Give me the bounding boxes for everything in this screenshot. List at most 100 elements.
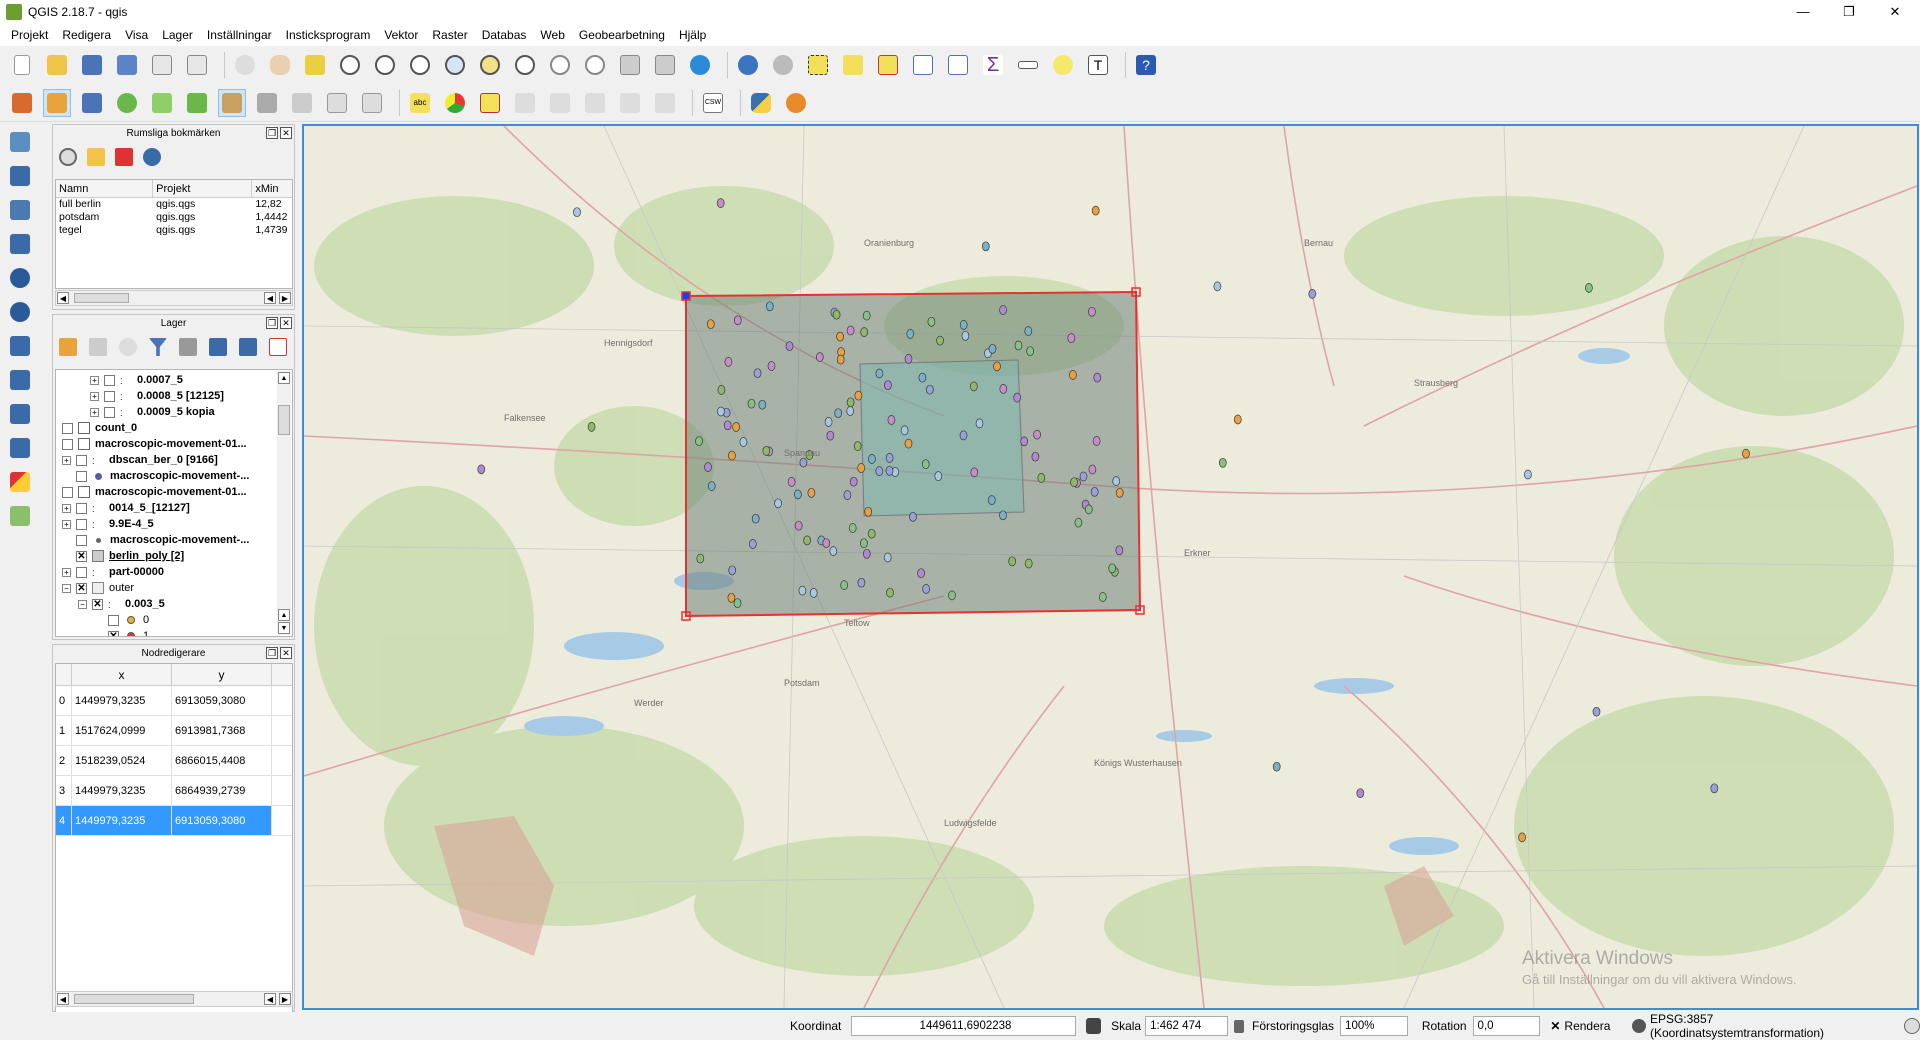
zoom-last-button[interactable] xyxy=(546,51,574,79)
minimize-button[interactable]: — xyxy=(1780,0,1826,24)
toggle-editing-button[interactable] xyxy=(43,88,71,117)
column-header[interactable]: xMin xyxy=(252,180,292,197)
float-panel-button[interactable]: ❐ xyxy=(266,127,278,139)
expand-icon[interactable]: + xyxy=(62,519,71,529)
layer-item[interactable]: + ⁚ 9.9E-4_5 xyxy=(62,516,154,532)
horizontal-scrollbar[interactable]: ◀ ◀ ▶ xyxy=(55,991,293,1007)
layer-item[interactable]: + ⁚ 0014_5_[12127] xyxy=(62,500,190,516)
add-spatialite-layer-button[interactable] xyxy=(6,230,34,258)
move-feature-button[interactable] xyxy=(183,89,211,117)
layer-checkbox[interactable] xyxy=(76,534,87,546)
scroll-thumb[interactable] xyxy=(74,293,129,303)
vertical-scrollbar[interactable]: ▲ ▲ ▼ xyxy=(277,371,291,635)
node-x[interactable]: 1518239,0524 xyxy=(72,746,172,775)
pan-button[interactable] xyxy=(266,51,294,79)
coordinate-toggle-icon[interactable] xyxy=(1085,1018,1102,1034)
layer-checkbox[interactable] xyxy=(76,518,87,530)
open-project-button[interactable] xyxy=(43,51,71,79)
table-row[interactable]: potsdam qgis.qgs 1,4442 xyxy=(56,211,292,224)
layer-checkbox[interactable] xyxy=(104,390,115,402)
scale-combobox[interactable]: 1:462 474 xyxy=(1145,1016,1229,1036)
collapse-icon[interactable]: − xyxy=(62,583,71,593)
column-header[interactable]: x xyxy=(72,664,172,685)
menu-insticksprogram[interactable]: Insticksprogram xyxy=(279,28,378,42)
layer-item[interactable]: + ⁚ part-00000 xyxy=(62,564,164,580)
layer-item[interactable]: + ⁚ 0.0007_5 xyxy=(90,372,183,388)
category-item[interactable]: 0 xyxy=(108,612,149,628)
column-header[interactable]: y xyxy=(172,664,272,685)
delete-bookmark-icon[interactable] xyxy=(115,148,133,166)
layer-item[interactable]: ✕ berlin_poly [2] xyxy=(76,548,184,564)
menu-redigera[interactable]: Redigera xyxy=(55,28,118,42)
messages-icon[interactable] xyxy=(1904,1018,1920,1034)
scroll-thumb[interactable] xyxy=(74,994,194,1004)
node-tool-button[interactable] xyxy=(218,88,246,117)
pin-labels-button[interactable] xyxy=(511,89,539,117)
paste-features-button[interactable] xyxy=(358,89,386,117)
statistics-button[interactable]: Σ xyxy=(979,51,1007,79)
add-wms-layer-button[interactable] xyxy=(6,264,34,292)
menu-databas[interactable]: Databas xyxy=(475,28,534,42)
collapse-icon[interactable]: − xyxy=(78,599,87,609)
render-checkbox[interactable]: ✕ xyxy=(1550,1019,1560,1033)
horizontal-scrollbar[interactable]: ◀ ◀ ▶ xyxy=(55,290,293,306)
node-y[interactable]: 6866015,4408 xyxy=(172,746,272,775)
layer-item[interactable]: − ✕ ⁚ 0.003_5 xyxy=(78,596,165,612)
filter-icon[interactable] xyxy=(149,338,167,356)
group-item[interactable]: − ✕ outer xyxy=(62,580,134,596)
add-vector-layer-button[interactable] xyxy=(6,128,34,156)
node-y[interactable]: 6913059,3080 xyxy=(172,806,272,835)
refresh-button[interactable] xyxy=(686,51,714,79)
float-panel-button[interactable]: ❐ xyxy=(266,647,278,659)
show-bookmarks-button[interactable] xyxy=(651,51,679,79)
zoom-native-button[interactable] xyxy=(406,51,434,79)
layer-diagram-button[interactable] xyxy=(441,89,469,117)
add-polygon-button[interactable] xyxy=(148,89,176,117)
table-row[interactable]: full berlin qgis.qgs 12,82 xyxy=(56,198,292,211)
column-header[interactable]: Projekt xyxy=(153,180,253,197)
action-button[interactable] xyxy=(769,51,797,79)
add-group-icon[interactable] xyxy=(89,338,107,356)
category-checkbox[interactable]: ✕ xyxy=(108,630,119,636)
rotate-label-button[interactable] xyxy=(616,89,644,117)
scroll-left-icon[interactable]: ◀ xyxy=(264,292,276,304)
layer-item[interactable]: macroscopic-movement-... xyxy=(76,532,249,548)
map-svg[interactable]: Falkensee Spandau Oranienburg Bernau Pot… xyxy=(304,126,1917,1008)
collapse-all-icon[interactable] xyxy=(239,338,257,356)
menu-web[interactable]: Web xyxy=(533,28,571,42)
remove-layer-icon[interactable] xyxy=(269,338,287,356)
expand-icon[interactable]: + xyxy=(62,567,71,577)
scale-lock-icon[interactable] xyxy=(1234,1019,1245,1033)
layer-checkbox[interactable] xyxy=(62,486,73,498)
select-features-button[interactable] xyxy=(804,51,832,79)
zoom-out-button[interactable] xyxy=(371,51,399,79)
new-bookmark-button[interactable] xyxy=(616,51,644,79)
map-canvas[interactable]: Falkensee Spandau Oranienburg Bernau Pot… xyxy=(302,124,1919,1010)
measure-button[interactable] xyxy=(1014,51,1042,79)
crs-button[interactable]: EPSG:3857 (Koordinatsystemtransformation… xyxy=(1650,1012,1883,1040)
menu-installningar[interactable]: Inställningar xyxy=(200,28,279,42)
close-panel-button[interactable]: ✕ xyxy=(280,647,292,659)
zoom-in-button[interactable] xyxy=(336,51,364,79)
layer-item[interactable]: + ⁚ dbscan_ber_0 [9166] xyxy=(62,452,218,468)
show-hide-labels-button[interactable] xyxy=(546,89,574,117)
layer-item[interactable]: macroscopic-movement-01... xyxy=(62,436,247,452)
layer-item[interactable]: macroscopic-movement-... xyxy=(76,468,249,484)
add-wcs-layer-button[interactable] xyxy=(6,298,34,326)
layer-checkbox[interactable]: ✕ xyxy=(92,598,103,610)
coordinate-field[interactable]: 1449611,6902238 xyxy=(851,1016,1076,1036)
node-x[interactable]: 1517624,0999 xyxy=(72,716,172,745)
zoom-full-button[interactable] xyxy=(441,51,469,79)
layer-item[interactable]: + ⁚ 0.0009_5 kopia xyxy=(90,404,215,420)
layer-item[interactable]: + ⁚ 0.0008_5 [12125] xyxy=(90,388,224,404)
table-row[interactable]: 2 1518239,0524 6866015,4408 xyxy=(56,746,292,776)
menu-geobearbetning[interactable]: Geobearbetning xyxy=(572,28,672,42)
new-project-button[interactable] xyxy=(8,51,36,79)
group-checkbox[interactable]: ✕ xyxy=(76,582,87,594)
save-project-button[interactable] xyxy=(78,51,106,79)
layer-item[interactable]: macroscopic-movement-01... xyxy=(62,484,247,500)
layer-checkbox[interactable] xyxy=(76,502,87,514)
scroll-left-icon[interactable]: ◀ xyxy=(57,993,69,1005)
csw-button[interactable]: CSW xyxy=(699,89,727,117)
category-checkbox[interactable] xyxy=(108,614,119,626)
